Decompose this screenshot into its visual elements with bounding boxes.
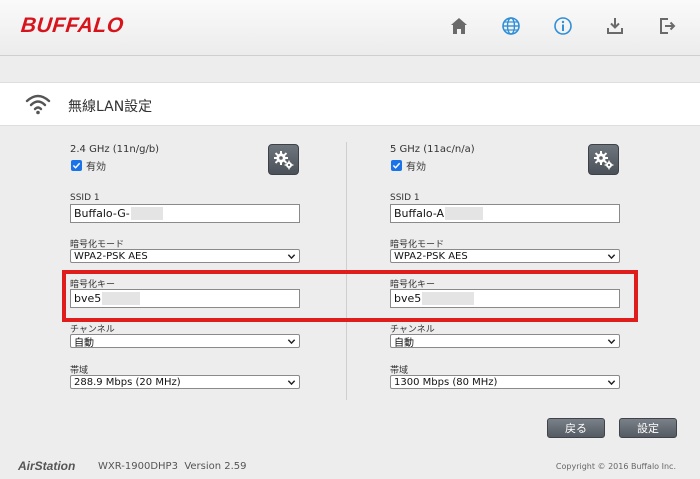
- gear-icon: [593, 150, 613, 169]
- apply-button[interactable]: 設定: [619, 418, 677, 438]
- enable-checkbox[interactable]: [391, 160, 402, 171]
- encryption-mode-value: WPA2-PSK AES: [394, 250, 468, 262]
- back-button[interactable]: 戻る: [547, 418, 605, 438]
- encryption-mode-select[interactable]: WPA2-PSK AES: [70, 249, 300, 263]
- redacted-mask: [445, 207, 484, 220]
- chevron-down-icon: [607, 338, 616, 344]
- channel-value: 自動: [394, 337, 414, 348]
- model-version: WXR-1900DHP3 Version 2.59: [98, 461, 247, 472]
- bandwidth-select[interactable]: 288.9 Mbps (20 MHz): [70, 375, 300, 389]
- buffalo-logo: BUFFALO: [19, 14, 125, 37]
- airstation-logo: AirStation: [18, 459, 76, 473]
- chevron-down-icon: [287, 338, 296, 344]
- top-bar: BUFFALO: [0, 0, 700, 56]
- encryption-mode-select[interactable]: WPA2-PSK AES: [390, 249, 620, 263]
- channel-value: 自動: [74, 337, 94, 348]
- chevron-down-icon: [287, 379, 296, 385]
- redacted-mask: [130, 207, 163, 220]
- logout-icon[interactable]: [656, 15, 678, 37]
- bandwidth-value: 288.9 Mbps (20 MHz): [74, 376, 181, 388]
- enable-label: 有効: [86, 162, 106, 173]
- encryption-mode-value: WPA2-PSK AES: [74, 250, 148, 262]
- page-title: 無線LAN設定: [68, 99, 153, 115]
- download-icon[interactable]: [604, 15, 626, 37]
- model-name: WXR-1900DHP3: [98, 461, 178, 472]
- band-title: 2.4 GHz (11n/g/b): [70, 144, 160, 155]
- enable-label: 有効: [406, 162, 426, 173]
- bandwidth-select[interactable]: 1300 Mbps (80 MHz): [390, 375, 620, 389]
- globe-icon[interactable]: [500, 15, 522, 37]
- ssid-input[interactable]: Buffalo-G-: [70, 204, 300, 223]
- enable-checkbox[interactable]: [71, 160, 82, 171]
- gear-icon: [273, 150, 293, 169]
- advanced-settings-button[interactable]: [588, 144, 619, 175]
- ssid-value: Buffalo-G-: [74, 207, 130, 220]
- firmware-version: Version 2.59: [184, 461, 247, 472]
- ssid-label: SSID 1: [390, 193, 420, 203]
- home-icon[interactable]: [448, 15, 470, 37]
- chevron-down-icon: [607, 379, 616, 385]
- section-header: 無線LAN設定: [0, 82, 700, 126]
- enable-checkbox-row[interactable]: 有効: [71, 158, 106, 173]
- bandwidth-value: 1300 Mbps (80 MHz): [394, 376, 498, 388]
- wifi-icon: [25, 94, 51, 115]
- band-title: 5 GHz (11ac/n/a): [390, 144, 475, 155]
- advanced-settings-button[interactable]: [268, 144, 299, 175]
- info-icon[interactable]: [552, 15, 574, 37]
- channel-select[interactable]: 自動: [390, 334, 620, 348]
- enable-checkbox-row[interactable]: 有効: [391, 158, 426, 173]
- ssid-input[interactable]: Buffalo-A: [390, 204, 620, 223]
- chevron-down-icon: [287, 253, 296, 259]
- chevron-down-icon: [607, 253, 616, 259]
- ssid-value: Buffalo-A: [394, 207, 445, 220]
- encryption-key-highlight-box: [62, 270, 638, 322]
- ssid-label: SSID 1: [70, 193, 100, 203]
- copyright: Copyright © 2016 Buffalo Inc.: [555, 462, 676, 471]
- channel-select[interactable]: 自動: [70, 334, 300, 348]
